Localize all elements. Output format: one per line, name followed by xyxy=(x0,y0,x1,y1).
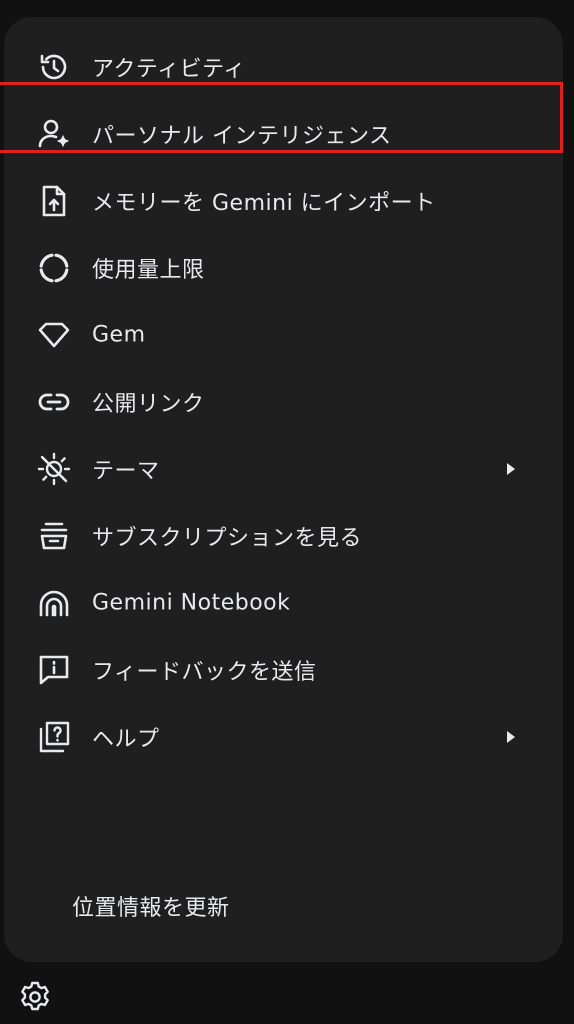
menu-item-help[interactable]: ヘルプ xyxy=(4,703,563,770)
theme-icon xyxy=(36,451,72,487)
menu-item-gemini-notebook[interactable]: Gemini Notebook xyxy=(4,569,563,636)
gem-icon xyxy=(36,317,72,353)
menu-item-theme[interactable]: テーマ xyxy=(4,435,563,502)
settings-menu: アクティビティ パーソナル インテリジェンス メモリーを Gemini にインポ… xyxy=(4,17,563,962)
menu-item-label: サブスクリプションを見る xyxy=(92,525,363,551)
usage-ring-icon xyxy=(36,250,72,286)
menu-item-label: Gemini Notebook xyxy=(92,590,291,615)
person-sparkle-icon xyxy=(36,116,72,152)
page: アクティビティ パーソナル インテリジェンス メモリーを Gemini にインポ… xyxy=(0,0,574,1024)
menu-item-send-feedback[interactable]: フィードバックを送信 xyxy=(4,636,563,703)
file-upload-icon xyxy=(36,183,72,219)
feedback-icon xyxy=(36,652,72,688)
link-icon xyxy=(36,384,72,420)
menu-item-label: テーマ xyxy=(92,458,160,484)
menu-item-personal-intelligence[interactable]: パーソナル インテリジェンス xyxy=(4,100,563,167)
menu-item-label: 使用量上限 xyxy=(92,257,205,283)
menu-item-usage-limit[interactable]: 使用量上限 xyxy=(4,234,563,301)
gear-icon[interactable] xyxy=(18,980,52,1014)
history-icon xyxy=(36,49,72,85)
menu-item-activity[interactable]: アクティビティ xyxy=(4,33,563,100)
subscription-icon xyxy=(36,518,72,554)
menu-item-label: ヘルプ xyxy=(92,726,160,752)
chevron-right-icon xyxy=(507,730,515,743)
chevron-right-icon xyxy=(507,462,515,475)
update-location-link[interactable]: 位置情報を更新 xyxy=(72,890,230,922)
menu-item-import-memory[interactable]: メモリーを Gemini にインポート xyxy=(4,167,563,234)
notebook-icon xyxy=(36,585,72,621)
menu-item-gem[interactable]: Gem xyxy=(4,301,563,368)
help-icon xyxy=(36,719,72,755)
menu-item-public-links[interactable]: 公開リンク xyxy=(4,368,563,435)
menu-item-label: Gem xyxy=(92,322,146,347)
menu-item-subscriptions[interactable]: サブスクリプションを見る xyxy=(4,502,563,569)
menu-item-label: 公開リンク xyxy=(92,391,205,417)
menu-item-label: メモリーを Gemini にインポート xyxy=(92,190,436,216)
menu-item-label: フィードバックを送信 xyxy=(92,659,317,685)
menu-item-label: パーソナル インテリジェンス xyxy=(92,123,392,149)
menu-item-label: アクティビティ xyxy=(92,56,246,82)
